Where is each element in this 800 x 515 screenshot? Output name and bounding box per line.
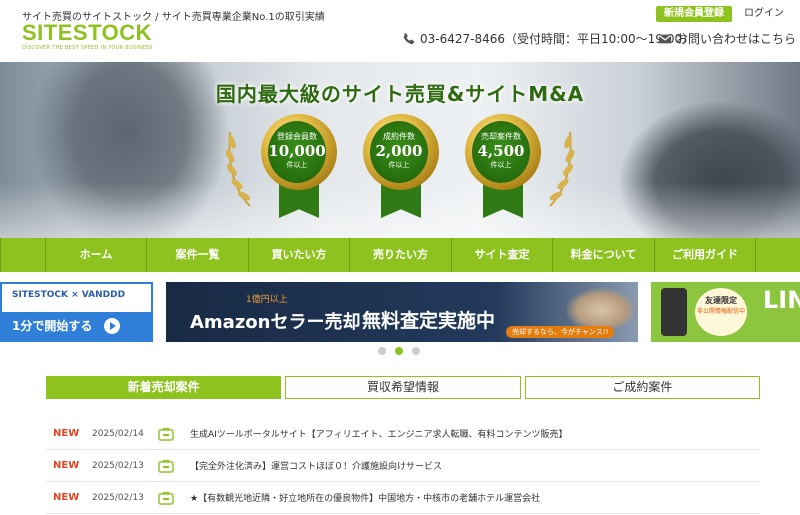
banner-line-text: LIN	[763, 286, 800, 314]
news-title[interactable]: 生成AIツールポータルサイト【アフィリエイト、エンジニア求人転職、有料コンテンツ…	[190, 427, 567, 440]
medal-label: 成約件数	[383, 132, 415, 141]
banner-amazon-title: Amazonセラー売却	[190, 312, 361, 333]
new-badge: NEW	[53, 428, 80, 439]
list-item[interactable]: NEW 2025/02/13 【完全外注化済み】運営コストほぼ０！介護施設向けサ…	[46, 450, 760, 482]
news-list: NEW 2025/02/14 生成AIツールポータルサイト【アフィリエイト、エン…	[46, 418, 760, 514]
banner-vanddd[interactable]: SITESTOCK × VANDDD 1分で開始する	[0, 282, 153, 342]
medal-unit: 件以上	[388, 161, 410, 169]
banner-amazon-cta: 無料査定実施中	[362, 310, 496, 332]
banner-vanddd-title: SITESTOCK × VANDDD	[12, 290, 126, 300]
badge-title: 友達限定	[705, 296, 737, 305]
banner-vanddd-cta: 1分で開始する	[12, 319, 93, 333]
contact-link[interactable]: お問い合わせはこちら	[658, 30, 796, 47]
logo-text: SITESTOCK	[22, 20, 153, 45]
medal-unit: 件以上	[286, 161, 308, 169]
friend-badge: 友達限定 非公開情報配信中	[695, 288, 747, 336]
mail-icon	[658, 34, 672, 43]
banner-line[interactable]: 友達限定 非公開情報配信中 LIN	[651, 282, 800, 342]
phone-icon	[403, 32, 415, 44]
carousel-dot-active[interactable]	[395, 347, 403, 355]
tab-closed-deals[interactable]: ご成約案件	[524, 376, 760, 399]
news-title[interactable]: 【完全外注化済み】運営コストほぼ０！介護施設向けサービス	[190, 459, 442, 472]
banner-carousel: SITESTOCK × VANDDD 1分で開始する 1億円以上 Amazonセ…	[0, 282, 800, 342]
laurel-left-icon	[225, 131, 251, 207]
site-header: サイト売買のサイトストック / サイト売買専業企業No.1の取引実績 SITES…	[0, 0, 800, 62]
nav-item-guide[interactable]: ご利用ガイド	[655, 238, 756, 272]
briefcase-icon	[158, 491, 174, 505]
nav-item-appraisal[interactable]: サイト査定	[452, 238, 553, 272]
smartphone-icon	[661, 288, 687, 336]
banner-amazon-chance: 売却するなら、今がチャンス!!	[506, 326, 615, 338]
medal-value: 2,000	[375, 142, 423, 160]
medal-members: 登録会員数 10,000 件以上	[259, 114, 339, 234]
list-item[interactable]: NEW 2025/02/14 生成AIツールポータルサイト【アフィリエイト、エン…	[46, 418, 760, 450]
news-date: 2025/02/13	[92, 460, 144, 471]
phone-contact[interactable]: 03-6427-8466（受付時間：平日10:00〜19:00）	[402, 30, 694, 47]
login-link[interactable]: ログイン	[744, 6, 784, 22]
nav-item-buyers[interactable]: 買いたい方	[249, 238, 350, 272]
nav-item-listings[interactable]: 案件一覧	[147, 238, 249, 272]
medal-value: 10,000	[268, 142, 326, 160]
hero-banner: 国内最大級のサイト売買&サイトM&A 登録会員数 10,000 件以上 成約件数…	[0, 62, 800, 238]
nav-item-pricing[interactable]: 料金について	[553, 238, 655, 272]
briefcase-icon	[158, 459, 174, 473]
medal-unit: 件以上	[490, 161, 512, 169]
new-badge: NEW	[53, 460, 80, 471]
carousel-dots	[378, 347, 428, 355]
banner-amazon[interactable]: 1億円以上 Amazonセラー売却 無料査定実施中 売却するなら、今がチャンス!…	[166, 282, 638, 342]
contact-text: お問い合わせはこちら	[676, 32, 797, 46]
badge-sub: 非公開情報配信中	[696, 308, 745, 315]
stats-medals: 登録会員数 10,000 件以上 成約件数 2,000 件以上 売却案件数 4,…	[255, 114, 555, 234]
carousel-dot[interactable]	[412, 347, 420, 355]
medal-deals: 成約件数 2,000 件以上	[361, 114, 441, 234]
main-nav: ホーム 案件一覧 買いたい方 売りたい方 サイト査定 料金について ご利用ガイド	[0, 238, 800, 272]
carousel-dot[interactable]	[378, 347, 386, 355]
play-icon	[104, 318, 120, 334]
medal-label: 売却案件数	[481, 132, 521, 141]
register-button[interactable]: 新規会員登録	[656, 6, 732, 22]
phone-text: 03-6427-8466（受付時間：平日10:00〜19:00）	[420, 32, 695, 46]
nav-item-home[interactable]: ホーム	[46, 238, 147, 272]
tab-acquisition-wanted[interactable]: 買収希望情報	[285, 376, 521, 399]
banner-amazon-sub: 1億円以上	[246, 295, 288, 305]
site-logo[interactable]: SITESTOCK DISCOVER THE BEST SPEED IN YOU…	[22, 22, 152, 52]
medal-label: 登録会員数	[277, 132, 317, 141]
news-title[interactable]: ★【有数観光地近隣・好立地所在の優良物件】中国地方・中核市の老舗ホテル運営会社	[190, 491, 540, 504]
listing-tabs: 新着売却案件 買収希望情報 ご成約案件	[46, 376, 760, 399]
briefcase-icon	[158, 427, 174, 441]
new-badge: NEW	[53, 492, 80, 503]
news-date: 2025/02/14	[92, 428, 144, 439]
nav-spacer-right	[756, 238, 800, 272]
medal-value: 4,500	[477, 142, 525, 160]
nav-spacer-left	[0, 238, 46, 272]
medal-listings: 売却案件数 4,500 件以上	[463, 114, 543, 234]
list-item[interactable]: NEW 2025/02/13 ★【有数観光地近隣・好立地所在の優良物件】中国地方…	[46, 482, 760, 514]
news-date: 2025/02/13	[92, 492, 144, 503]
nav-item-sellers[interactable]: 売りたい方	[350, 238, 452, 272]
logo-subtitle: DISCOVER THE BEST SPEED IN YOUR BUSINESS	[22, 45, 153, 51]
tab-new-listings[interactable]: 新着売却案件	[46, 376, 282, 399]
hero-title: 国内最大級のサイト売買&サイトM&A	[215, 82, 585, 106]
